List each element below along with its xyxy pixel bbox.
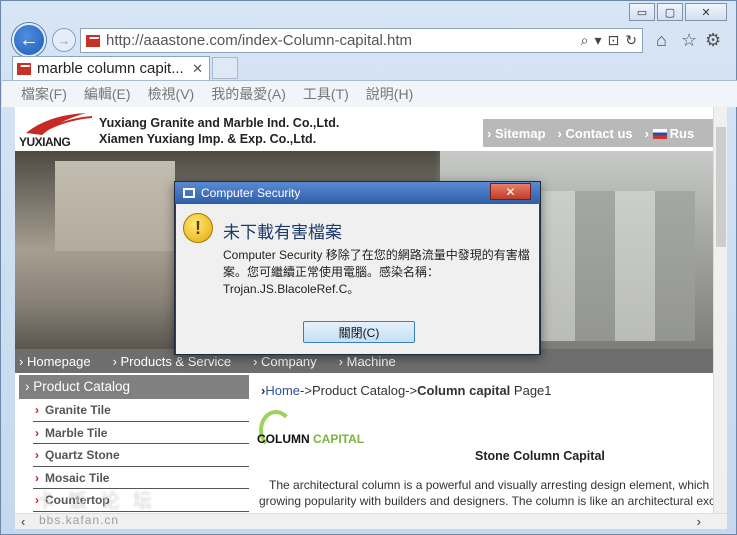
russia-flag-icon [652, 128, 667, 139]
nav-homepage[interactable]: › Homepage [19, 354, 91, 369]
forward-arrow-icon: → [57, 32, 71, 48]
dialog-body: ! 未下載有害檔案 Computer Security 移除了在您的網路流量中發… [176, 204, 539, 354]
dropdown-icon[interactable]: ▾ [595, 32, 602, 49]
chevron-right-icon: › [35, 425, 39, 440]
menu-help[interactable]: 說明(H) [366, 84, 413, 104]
warning-icon: ! [183, 213, 213, 243]
maximize-button[interactable]: ▢ [657, 3, 683, 21]
nav-russian[interactable]: › Rus [645, 126, 695, 141]
forum-watermark: 卡 饭 论 坛 [36, 491, 156, 512]
menu-edit[interactable]: 編輯(E) [84, 84, 131, 104]
window-close-button[interactable]: ✕ [685, 3, 727, 21]
vertical-scrollbar[interactable] [713, 107, 727, 513]
menu-view[interactable]: 檢視(V) [148, 84, 195, 104]
description-paragraph: The architectural column is a powerful a… [259, 478, 713, 508]
scroll-right-icon[interactable]: › [697, 514, 701, 529]
catalog-item[interactable]: › Quartz Stone [33, 444, 249, 467]
catalog-item[interactable]: › Granite Tile [33, 399, 249, 422]
horizontal-scrollbar[interactable]: ‹ › [15, 513, 727, 529]
nav-company[interactable]: › Company [253, 354, 317, 369]
dialog-message: Computer Security 移除了在您的網路流量中發現的有害檔案。您可繼… [223, 248, 530, 296]
menu-bar: 檔案(F) 編輯(E) 檢視(V) 我的最愛(A) 工具(T) 說明(H) [2, 80, 737, 107]
watermark-url: bbs.kafan.cn [39, 513, 120, 527]
settings-gear-icon[interactable]: ⚙ [705, 30, 721, 51]
company-name-1: Yuxiang Granite and Marble Ind. Co.,Ltd. [99, 116, 340, 130]
nav-machine[interactable]: › Machine [339, 354, 396, 369]
dialog-title: Computer Security [201, 186, 301, 200]
scroll-left-icon[interactable]: ‹ [21, 514, 25, 529]
forward-button[interactable]: → [52, 28, 76, 52]
url-text[interactable]: http://aaastone.com/index-Column-capital… [106, 32, 581, 49]
dialog-close-button[interactable]: ✕ [490, 183, 531, 200]
back-button[interactable]: ← [12, 23, 46, 57]
dialog-ok-button[interactable]: 關閉(C) [303, 321, 415, 343]
nav-contact[interactable]: › Contact us [558, 126, 633, 141]
breadcrumb-current: Column capital [417, 383, 511, 398]
search-icon[interactable]: ⌕ [581, 32, 589, 49]
page-number: Page1 [513, 383, 552, 398]
chevron-right-icon: › [35, 470, 39, 485]
new-tab-button[interactable] [212, 57, 238, 79]
catalog-title: › Product Catalog [19, 375, 249, 399]
menu-tools[interactable]: 工具(T) [303, 84, 349, 104]
site-header: YUXIANG Yuxiang Granite and Marble Ind. … [15, 107, 713, 151]
monitor-icon [183, 188, 195, 198]
compatibility-icon[interactable]: ⊡ [608, 32, 620, 49]
logo-text: YUXIANG [19, 135, 71, 149]
site-favicon-icon [86, 34, 100, 47]
address-bar[interactable]: http://aaastone.com/index-Column-capital… [80, 28, 643, 53]
chevron-right-icon: › [35, 448, 39, 462]
refresh-icon[interactable]: ↻ [625, 32, 637, 49]
nav-sitemap[interactable]: › Sitemap [487, 126, 546, 141]
browser-window: ▭ ▢ ✕ ← → http://aaastone.com/index-Colu… [0, 0, 737, 535]
nav-products[interactable]: › Products & Service [113, 354, 232, 369]
tab-favicon-icon [17, 62, 31, 75]
column-capital-logo: COLUMN CAPITAL [255, 410, 375, 454]
catalog-item[interactable]: › Marble Tile [33, 422, 249, 444]
breadcrumb-catalog[interactable]: Product Catalog [312, 383, 405, 398]
browser-tab[interactable]: marble column capit... ✕ [12, 56, 210, 80]
back-arrow-icon: ← [19, 28, 39, 51]
breadcrumb-home[interactable]: Home [265, 383, 300, 398]
home-icon[interactable]: ⌂ [656, 30, 667, 51]
menu-favorites[interactable]: 我的最愛(A) [211, 84, 286, 104]
security-alert-dialog: Computer Security ✕ ! 未下載有害檔案 Computer S… [174, 181, 541, 355]
company-name-2: Xiamen Yuxiang Imp. & Exp. Co.,Ltd. [99, 132, 317, 146]
top-nav: › Sitemap › Contact us › Rus [483, 119, 713, 147]
chevron-right-icon: › [35, 403, 39, 417]
minimize-button[interactable]: ▭ [629, 3, 655, 21]
breadcrumb: ›Home->Product Catalog->Column capital P… [261, 383, 552, 398]
tab-title: marble column capit... [37, 60, 184, 77]
menu-file[interactable]: 檔案(F) [21, 84, 67, 104]
favorites-star-icon[interactable]: ☆ [681, 30, 697, 51]
tab-close-icon[interactable]: ✕ [192, 61, 209, 77]
dialog-titlebar: Computer Security ✕ [175, 182, 540, 204]
dialog-heading: 未下載有害檔案 [223, 223, 342, 242]
section-title: Stone Column Capital [475, 449, 605, 463]
